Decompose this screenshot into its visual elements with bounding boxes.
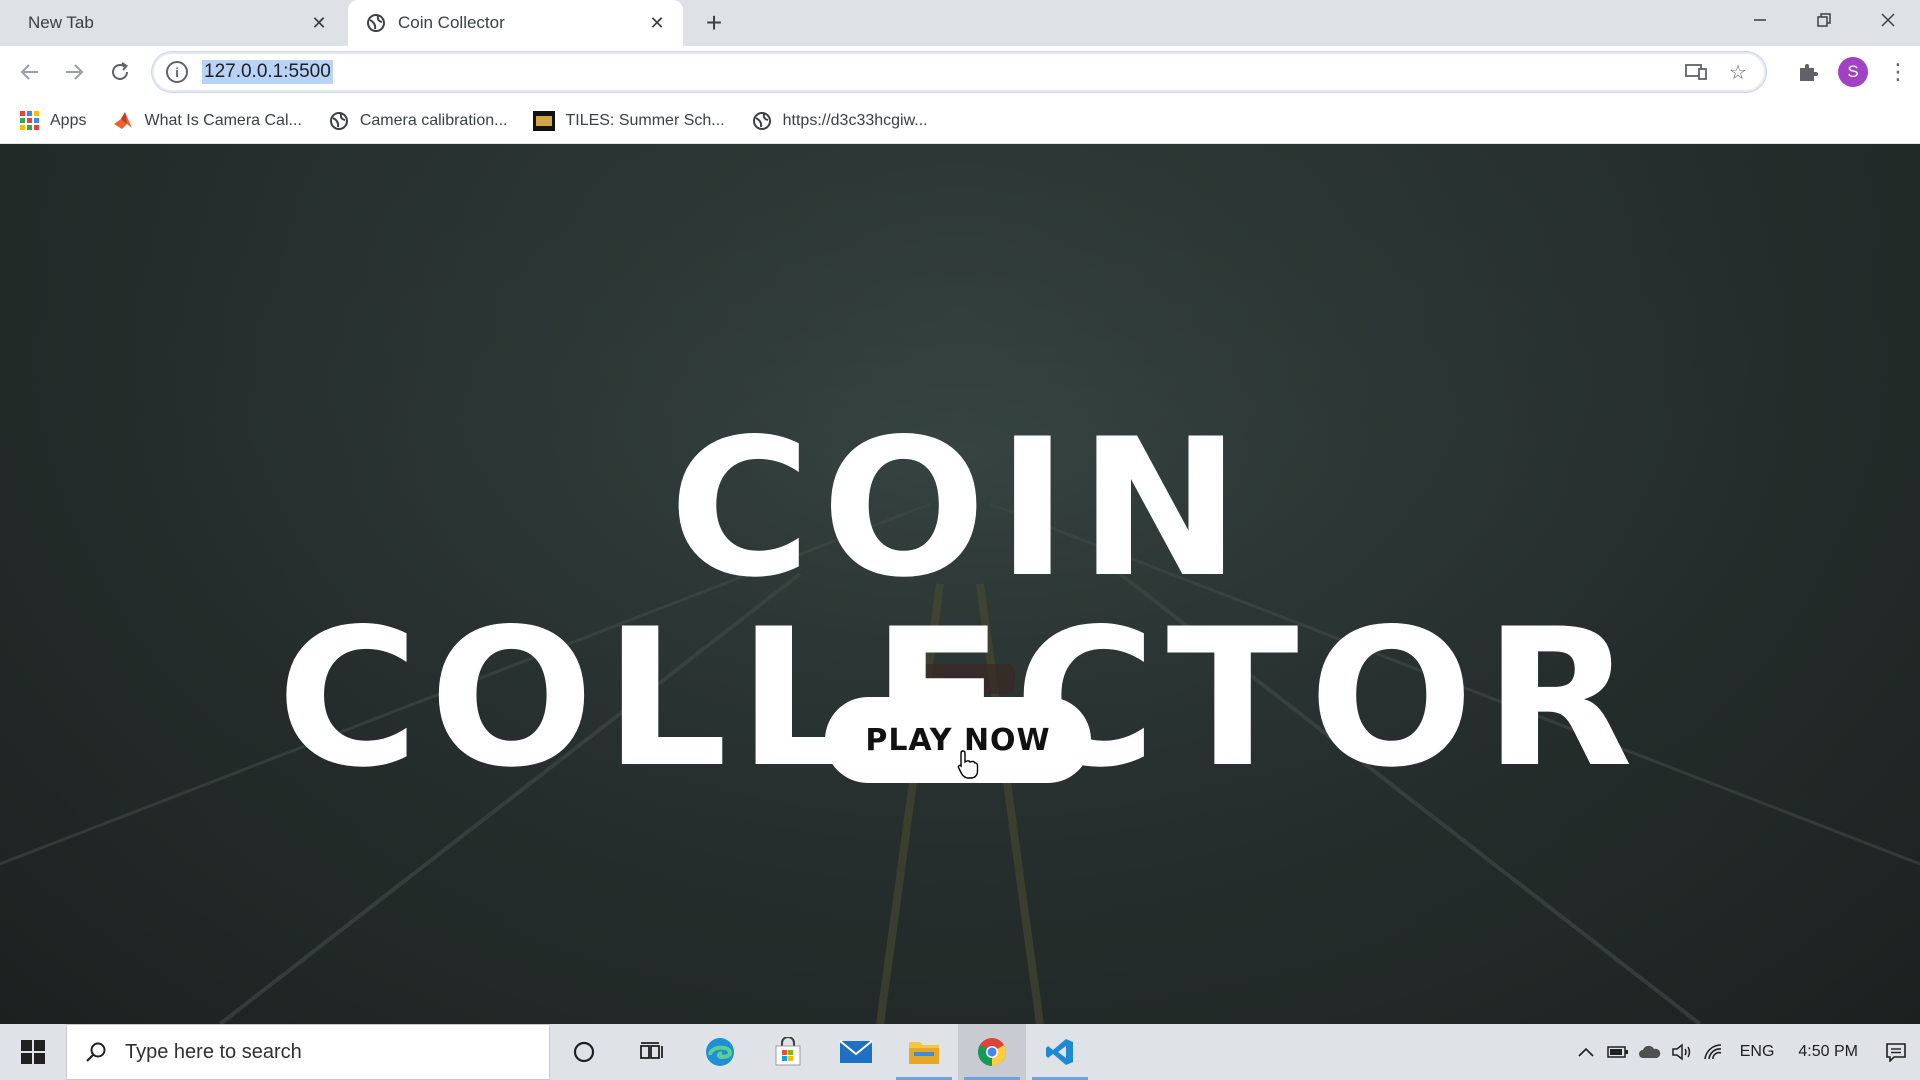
bookmark-label: https://d3c33hcgiw...	[782, 111, 928, 129]
close-icon[interactable]: ✕	[307, 11, 331, 35]
browser-toolbar: i 127.0.0.1:5500 ☆ S ⋮	[0, 46, 1920, 98]
usc-icon	[533, 110, 556, 132]
profile-avatar[interactable]: S	[1838, 57, 1868, 87]
globe-icon	[751, 110, 773, 132]
bookmark-label: Camera calibration...	[359, 111, 508, 129]
volume-icon[interactable]	[1666, 1036, 1698, 1068]
windows-taskbar: Type here to search ENG 4:50 PM	[0, 1024, 1920, 1080]
wifi-icon[interactable]	[1698, 1036, 1730, 1068]
toolbar-actions: S ⋮	[1786, 56, 1920, 88]
edge-browser-icon[interactable]	[686, 1024, 754, 1080]
file-explorer-icon[interactable]	[890, 1024, 958, 1080]
tab-new-tab[interactable]: New Tab ✕	[0, 0, 345, 46]
taskbar-search[interactable]: Type here to search	[66, 1024, 550, 1080]
bookmark-tiles[interactable]: TILES: Summer Sch...	[533, 110, 725, 132]
cast-icon[interactable]	[1680, 56, 1712, 88]
search-icon	[83, 1039, 109, 1065]
language-indicator[interactable]: ENG	[1740, 1043, 1775, 1061]
tab-title: Coin Collector	[398, 13, 505, 32]
chevron-up-icon[interactable]	[1570, 1036, 1602, 1068]
bookmark-label: What Is Camera Cal...	[144, 111, 302, 129]
bookmark-camera-calibration[interactable]: Camera calibration...	[328, 110, 508, 132]
windows-start-icon[interactable]	[0, 1024, 66, 1080]
bookmark-label: TILES: Summer Sch...	[565, 111, 725, 129]
matlab-icon	[112, 110, 134, 132]
task-view-icon[interactable]	[618, 1024, 686, 1080]
close-window-icon[interactable]	[1856, 0, 1920, 40]
tab-title: New Tab	[28, 13, 94, 32]
cortana-icon[interactable]	[550, 1024, 618, 1080]
mail-icon[interactable]	[822, 1024, 890, 1080]
microsoft-store-icon[interactable]	[754, 1024, 822, 1080]
hand-cursor-icon	[957, 750, 979, 779]
window-controls	[1728, 0, 1920, 40]
address-bar[interactable]: i 127.0.0.1:5500 ☆	[152, 52, 1766, 92]
chrome-icon[interactable]	[958, 1024, 1026, 1080]
bookmark-camera-cal[interactable]: What Is Camera Cal...	[112, 110, 302, 132]
bookmarks-bar: Apps What Is Camera Cal... Camera calibr…	[0, 98, 1920, 144]
battery-icon[interactable]	[1602, 1036, 1634, 1068]
reload-icon[interactable]	[104, 56, 136, 88]
close-icon[interactable]: ✕	[645, 11, 669, 35]
bookmark-label: Apps	[50, 111, 87, 129]
extensions-puzzle-icon[interactable]	[1792, 56, 1824, 88]
globe-icon	[366, 13, 386, 33]
back-arrow-icon[interactable]	[14, 56, 46, 88]
star-icon[interactable]: ☆	[1722, 56, 1754, 88]
browser-tab-strip: New Tab ✕ Coin Collector ✕ +	[0, 0, 1920, 46]
system-tray: ENG 4:50 PM	[1570, 1024, 1920, 1080]
restore-icon[interactable]	[1792, 0, 1856, 40]
minimize-icon[interactable]	[1728, 0, 1792, 40]
tab-coin-collector[interactable]: Coin Collector ✕	[348, 0, 683, 46]
clock[interactable]: 4:50 PM	[1798, 1042, 1858, 1061]
forward-arrow-icon[interactable]	[58, 56, 90, 88]
url-text[interactable]: 127.0.0.1:5500	[202, 60, 333, 84]
search-placeholder: Type here to search	[125, 1040, 302, 1063]
apps-grid-icon	[18, 110, 40, 132]
notification-center-icon[interactable]	[1872, 1024, 1920, 1080]
bookmark-d3c33[interactable]: https://d3c33hcgiw...	[751, 110, 928, 132]
bookmark-apps[interactable]: Apps	[18, 110, 86, 132]
game-landing-page: COIN COLLECTOR PLAY NOW	[0, 144, 1920, 1024]
vscode-icon[interactable]	[1026, 1024, 1094, 1080]
onedrive-cloud-icon[interactable]	[1634, 1036, 1666, 1068]
new-tab-button[interactable]: +	[700, 7, 728, 38]
globe-icon	[328, 110, 350, 132]
kebab-menu-icon[interactable]: ⋮	[1882, 56, 1914, 88]
info-icon[interactable]: i	[166, 61, 188, 83]
